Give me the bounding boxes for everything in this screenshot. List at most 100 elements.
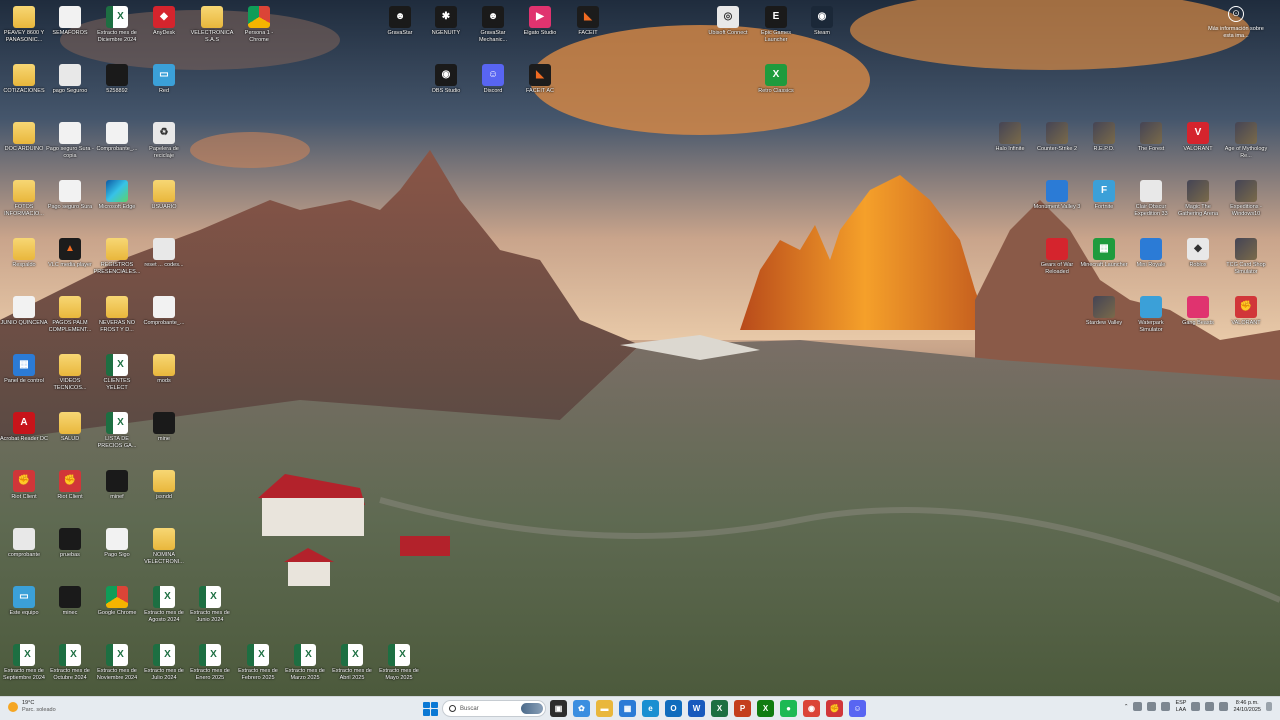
desktop-icon[interactable]: Expeditions - Windows10 [1222, 180, 1270, 217]
desktop-icon[interactable]: Waterpark Simulator [1127, 296, 1175, 333]
desktop-icon[interactable]: REGISTROS PRESENCIALES... [93, 238, 141, 275]
taskbar-file-explorer-icon[interactable]: ▬ [596, 700, 613, 717]
desktop-icon[interactable]: SEMAFOROS [46, 6, 94, 37]
desktop-icon[interactable]: DOC ARDUINO [0, 122, 48, 153]
desktop-icon[interactable]: ✱ NGENUITY [422, 6, 470, 37]
desktop-icon[interactable]: ◆ Roblox [1174, 238, 1222, 269]
taskbar-edge-icon[interactable]: e [642, 700, 659, 717]
desktop-icon[interactable]: ◉ OBS Studio [422, 64, 470, 95]
search-input[interactable]: Buscar [442, 700, 546, 717]
battery-icon[interactable] [1219, 702, 1229, 711]
taskbar-powerpoint-icon[interactable]: P [734, 700, 751, 717]
desktop-icon[interactable]: Halo Infinite [986, 122, 1034, 153]
wallpaper-info-button[interactable]: ⊙ Más información sobre esta ima... [1206, 6, 1266, 39]
desktop-icon[interactable]: ▦ Minecraft Launcher [1080, 238, 1128, 269]
notification-bell-icon[interactable] [1266, 702, 1272, 711]
taskbar-discord-icon[interactable]: ☺ [849, 700, 866, 717]
desktop-icon[interactable]: ◣ FACEIT AC [516, 64, 564, 95]
desktop-icon[interactable]: X Retro Classics [752, 64, 800, 95]
desktop-icon[interactable]: Comprobante_... [93, 122, 141, 153]
desktop-icon[interactable]: ✊ Riot Client [46, 470, 94, 501]
desktop-icon[interactable]: mods [140, 354, 188, 385]
desktop-icon[interactable]: Mini Royale [1127, 238, 1175, 269]
desktop-icon[interactable]: Gang Beasts [1174, 296, 1222, 327]
taskbar-excel-icon[interactable]: X [711, 700, 728, 717]
desktop-icon[interactable]: ◆ AnyDesk [140, 6, 188, 37]
desktop-icon[interactable]: Counter-Strike 2 [1033, 122, 1081, 153]
desktop-icon[interactable]: USUARIO [140, 180, 188, 211]
desktop-icon[interactable]: ✊ VALORANT [1222, 296, 1270, 327]
desktop-icon[interactable]: Respaldo [0, 238, 48, 269]
desktop-icon[interactable]: SALUD [46, 412, 94, 443]
desktop-icon[interactable]: 5258892 [93, 64, 141, 95]
desktop-icon[interactable]: ☻ GravaStar Mechanic... [469, 6, 517, 43]
desktop-icon[interactable]: NOMINA VELECTRONI... [140, 528, 188, 565]
taskbar-chrome-icon[interactable]: ◉ [803, 700, 820, 717]
tray-app-icon[interactable] [1133, 702, 1143, 711]
desktop-icon[interactable]: VELECTRONICA S.A.S [188, 6, 236, 43]
desktop-icon[interactable]: Clair Obscur Expedition 33 [1127, 180, 1175, 217]
desktop-icon[interactable]: Monument Valley 3 [1033, 180, 1081, 211]
taskbar-microsoft-store-icon[interactable]: ▦ [619, 700, 636, 717]
desktop-icon[interactable]: X Extracto mes de Diciembre 2024 [93, 6, 141, 43]
desktop-icon[interactable]: Pago seguro Sura - copia [46, 122, 94, 159]
desktop-icon[interactable]: ▶ Elgato Studio [516, 6, 564, 37]
desktop-icon[interactable]: ▭ Este equipo [0, 586, 48, 617]
taskbar-spotify-icon[interactable]: ● [780, 700, 797, 717]
desktop-icon[interactable]: X Extracto mes de Febrero 2025 [234, 644, 282, 681]
desktop-icon[interactable]: V VALORANT [1174, 122, 1222, 153]
desktop-icon[interactable]: ▭ Red [140, 64, 188, 95]
desktop-icon[interactable]: Gears of War Reloaded [1033, 238, 1081, 275]
taskbar-copilot-icon[interactable]: ✿ [573, 700, 590, 717]
taskbar-outlook-icon[interactable]: O [665, 700, 682, 717]
desktop-icon[interactable]: X Extracto mes de Septiembre 2024 [0, 644, 48, 681]
start-button[interactable] [422, 701, 438, 717]
weather-widget[interactable]: 19°C Parc. soleado [8, 700, 56, 713]
desktop-icon[interactable]: NEVERAS NO FROST Y D... [93, 296, 141, 333]
taskbar-task-view-icon[interactable]: ▣ [550, 700, 567, 717]
desktop-icon[interactable]: Comprobante_... [140, 296, 188, 327]
desktop-icon[interactable]: R.E.P.O. [1080, 122, 1128, 153]
desktop-icon[interactable]: ◉ Steam [798, 6, 846, 37]
desktop-icon[interactable]: JUNIO QUINCENA [0, 296, 48, 327]
desktop-icon[interactable]: pago Seguroo [46, 64, 94, 95]
desktop-icon[interactable]: Google Chrome [93, 586, 141, 617]
desktop-icon[interactable]: X Extracto mes de Noviembre 2024 [93, 644, 141, 681]
desktop-icon[interactable]: minef [93, 470, 141, 501]
desktop-icon[interactable]: TCG Card Shop Simulator [1222, 238, 1270, 275]
wifi-icon[interactable] [1191, 702, 1201, 711]
desktop-icon[interactable]: reset ... codes... [140, 238, 188, 269]
desktop-icon[interactable]: Magic The Gathering Arena [1174, 180, 1222, 217]
desktop-icon[interactable]: X LISTA DE PRECIOS GA... [93, 412, 141, 449]
tray-app-icon[interactable] [1161, 702, 1171, 711]
desktop-icon[interactable]: E Epic Games Launcher [752, 6, 800, 43]
desktop-icon[interactable]: COTIZACIONES [0, 64, 48, 95]
desktop-icon[interactable]: Pago seguro Sura [46, 180, 94, 211]
desktop-icon[interactable]: ▲ VLC media player [46, 238, 94, 269]
desktop-icon[interactable]: Persona 1 - Chrome [235, 6, 283, 43]
desktop-icon[interactable]: Stardew Valley [1080, 296, 1128, 327]
desktop-icon[interactable]: ☺ Discord [469, 64, 517, 95]
desktop-icon[interactable]: minec [46, 586, 94, 617]
tray-app-icon[interactable] [1147, 702, 1157, 711]
desktop-icon[interactable]: PAGOS PALM COMPLEMENT... [46, 296, 94, 333]
desktop-icon[interactable]: pruebas [46, 528, 94, 559]
desktop-icon[interactable]: X Extracto mes de Agosto 2024 [140, 586, 188, 623]
desktop-icon[interactable]: mine [140, 412, 188, 443]
desktop-icon[interactable]: X Extracto mes de Abril 2025 [328, 644, 376, 681]
desktop-icon[interactable]: X Extracto mes de Junio 2024 [186, 586, 234, 623]
language-indicator[interactable]: ESP LAA [1175, 700, 1186, 713]
desktop-icon[interactable]: Microsoft Edge [93, 180, 141, 211]
desktop-icon[interactable]: X Extracto mes de Octubre 2024 [46, 644, 94, 681]
desktop-icon[interactable]: VIDEOS TECNICOS... [46, 354, 94, 391]
desktop-icon[interactable]: Age of Mythology Re... [1222, 122, 1270, 159]
taskbar-word-icon[interactable]: W [688, 700, 705, 717]
desktop-icon[interactable]: ▦ Panel de control [0, 354, 48, 385]
desktop-icon[interactable]: ◣ FACEIT [564, 6, 612, 37]
chevron-up-icon[interactable]: ⌃ [1124, 704, 1129, 710]
desktop-icon[interactable]: Pago Sigo [93, 528, 141, 559]
desktop-icon[interactable]: FOTOS INFORMACIO... [0, 180, 48, 217]
desktop-icon[interactable]: ♻ Papelera de reciclaje [140, 122, 188, 159]
desktop-icon[interactable]: The Forest [1127, 122, 1175, 153]
desktop-icon[interactable]: PEAVEY 8600 Y PANASONIC... [0, 6, 48, 43]
